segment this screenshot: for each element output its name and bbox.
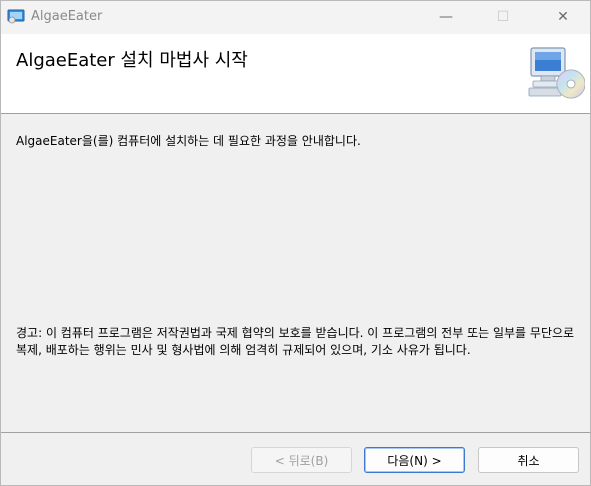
copyright-warning: 경고: 이 컴퓨터 프로그램은 저작권법과 국제 협약의 보호를 받습니다. 이… bbox=[16, 326, 575, 357]
installer-window: AlgaeEater — ☐ ✕ AlgaeEater 설치 마법사 시작 Al… bbox=[0, 0, 591, 486]
window-title: AlgaeEater bbox=[31, 9, 103, 24]
computer-cd-icon bbox=[528, 47, 585, 99]
header-banner: AlgaeEater 설치 마법사 시작 bbox=[1, 34, 590, 114]
close-button[interactable]: ✕ bbox=[540, 1, 586, 33]
next-button[interactable]: 다음(N) > bbox=[364, 447, 465, 473]
minimize-button[interactable]: — bbox=[423, 1, 469, 33]
footer-divider bbox=[1, 432, 590, 433]
cancel-button[interactable]: 취소 bbox=[478, 447, 579, 473]
page-title: AlgaeEater 설치 마법사 시작 bbox=[16, 50, 248, 71]
title-bar[interactable]: AlgaeEater — ☐ ✕ bbox=[1, 1, 590, 34]
intro-text: AlgaeEater을(를) 컴퓨터에 설치하는 데 필요한 과정을 안내합니다… bbox=[16, 134, 361, 148]
maximize-button[interactable]: ☐ bbox=[480, 1, 526, 33]
installer-app-icon bbox=[7, 9, 25, 24]
back-button[interactable]: < 뒤로(B) bbox=[251, 447, 352, 473]
